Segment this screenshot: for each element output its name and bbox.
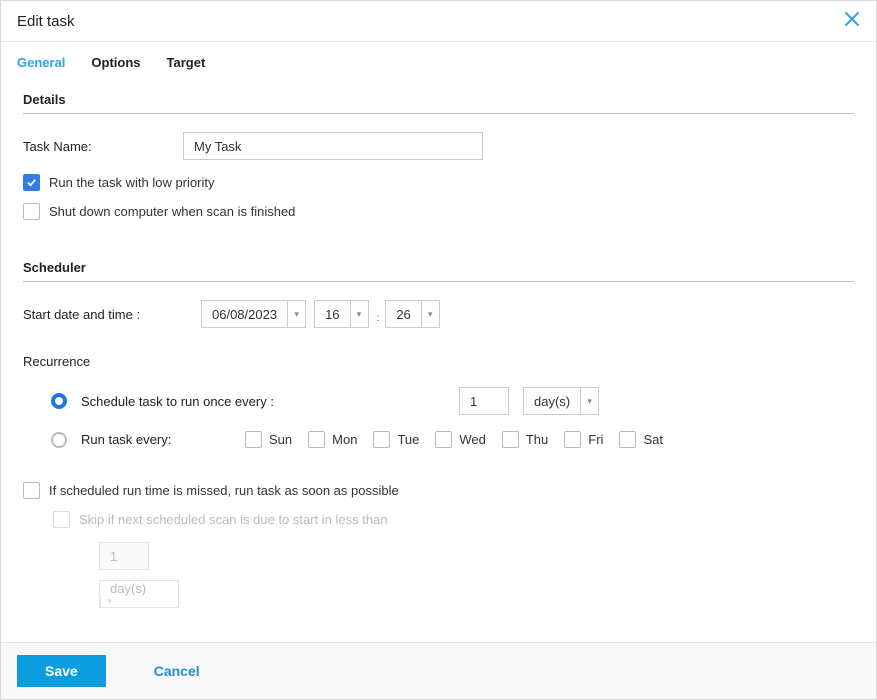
- tab-general[interactable]: General: [17, 55, 65, 70]
- chevron-down-icon: ▾: [100, 596, 118, 607]
- time-separator: :: [377, 313, 380, 324]
- day-mon-label: Mon: [332, 432, 357, 447]
- tab-bar: General Options Target: [1, 42, 876, 82]
- skip-checkbox: [53, 511, 70, 528]
- day-sat-checkbox[interactable]: [619, 431, 636, 448]
- start-minute-select[interactable]: 26 ▾: [385, 300, 439, 328]
- day-wed-checkbox[interactable]: [435, 431, 452, 448]
- cancel-button[interactable]: Cancel: [154, 663, 200, 679]
- day-tue-label: Tue: [397, 432, 419, 447]
- day-fri-label: Fri: [588, 432, 603, 447]
- skip-label: Skip if next scheduled scan is due to st…: [79, 512, 388, 527]
- skip-value-input: [99, 542, 149, 570]
- start-minute-value: 26: [386, 301, 420, 327]
- day-tue-checkbox[interactable]: [373, 431, 390, 448]
- recurrence-every-n-radio[interactable]: [51, 393, 67, 409]
- low-priority-checkbox[interactable]: [23, 174, 40, 191]
- chevron-down-icon[interactable]: ▾: [350, 301, 368, 327]
- recurrence-weekly-label: Run task every:: [81, 432, 231, 447]
- start-datetime-label: Start date and time :: [23, 307, 201, 322]
- tab-target[interactable]: Target: [167, 55, 206, 70]
- task-name-label: Task Name:: [23, 139, 183, 154]
- start-hour-select[interactable]: 16 ▾: [314, 300, 368, 328]
- start-date-value: 06/08/2023: [202, 301, 287, 327]
- every-n-unit-value: day(s): [524, 388, 580, 414]
- start-date-select[interactable]: 06/08/2023 ▾: [201, 300, 306, 328]
- skip-unit-select: day(s) ▾: [99, 580, 179, 608]
- task-name-input[interactable]: [183, 132, 483, 160]
- every-n-unit-select[interactable]: day(s) ▾: [523, 387, 599, 415]
- scheduler-section-title: Scheduler: [23, 260, 854, 282]
- day-sun-label: Sun: [269, 432, 292, 447]
- missed-run-label: If scheduled run time is missed, run tas…: [49, 483, 399, 498]
- recurrence-label: Recurrence: [23, 354, 854, 369]
- day-thu-label: Thu: [526, 432, 548, 447]
- recurrence-every-n-label: Schedule task to run once every :: [81, 394, 381, 409]
- close-icon[interactable]: [844, 11, 860, 31]
- save-button[interactable]: Save: [17, 655, 106, 687]
- day-mon-checkbox[interactable]: [308, 431, 325, 448]
- every-n-value-input[interactable]: [459, 387, 509, 415]
- day-sun-checkbox[interactable]: [245, 431, 262, 448]
- recurrence-weekly-radio[interactable]: [51, 432, 67, 448]
- dialog-title: Edit task: [17, 13, 75, 30]
- missed-run-checkbox[interactable]: [23, 482, 40, 499]
- start-hour-value: 16: [315, 301, 349, 327]
- day-fri-checkbox[interactable]: [564, 431, 581, 448]
- shutdown-label: Shut down computer when scan is finished: [49, 204, 295, 219]
- shutdown-checkbox[interactable]: [23, 203, 40, 220]
- skip-unit-value: day(s): [100, 581, 178, 596]
- day-thu-checkbox[interactable]: [502, 431, 519, 448]
- day-wed-label: Wed: [459, 432, 486, 447]
- day-sat-label: Sat: [643, 432, 663, 447]
- chevron-down-icon[interactable]: ▾: [287, 301, 305, 327]
- details-section-title: Details: [23, 92, 854, 114]
- chevron-down-icon[interactable]: ▾: [580, 388, 598, 414]
- weekday-group: Sun Mon Tue Wed Thu Fri Sat: [245, 431, 663, 448]
- chevron-down-icon[interactable]: ▾: [421, 301, 439, 327]
- tab-options[interactable]: Options: [91, 55, 140, 70]
- low-priority-label: Run the task with low priority: [49, 175, 214, 190]
